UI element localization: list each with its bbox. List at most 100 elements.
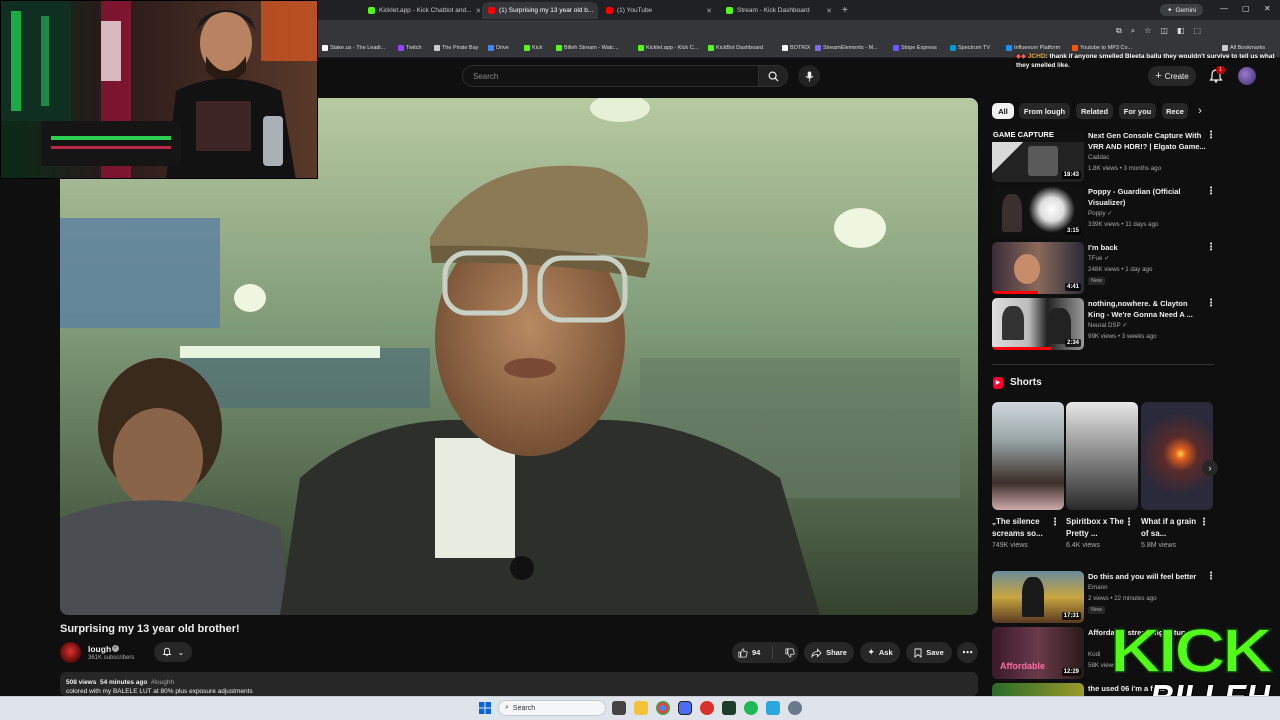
video-title[interactable]: Poppy - Guardian (Official Visualizer) — [1088, 186, 1206, 208]
chevron-right-icon[interactable]: › — [1192, 103, 1208, 119]
app-icon[interactable] — [766, 701, 780, 715]
gemini-button[interactable]: ✦ Gemini — [1160, 4, 1204, 16]
video-title[interactable]: Do this and you will feel better — [1088, 571, 1206, 582]
description-box[interactable]: 508 views 54 minutes ago #loughh colored… — [60, 672, 978, 696]
chip-for-you[interactable]: For you — [1119, 103, 1156, 119]
window-close-icon[interactable]: ✕ — [1264, 4, 1271, 13]
close-icon[interactable]: ✕ — [476, 7, 481, 15]
xbox-icon[interactable] — [722, 701, 736, 715]
bookmark-item[interactable]: The Pirate Bay — [434, 45, 478, 51]
more-vertical-icon[interactable]: ⋮ — [1050, 517, 1060, 528]
discord-icon[interactable] — [678, 701, 692, 715]
toolbar-icons[interactable]: ⧉⌕☆◫◧⬚ — [1116, 26, 1210, 36]
more-vertical-icon[interactable]: ⋮ — [1206, 571, 1216, 582]
like-button[interactable]: 94 — [738, 647, 760, 658]
ask-button[interactable]: ✦ Ask — [860, 642, 900, 663]
bookmark-item[interactable]: StreamElements - M... — [815, 45, 878, 51]
more-vertical-icon[interactable]: ⋮ — [1124, 517, 1134, 528]
more-vertical-icon[interactable]: ⋮ — [1206, 130, 1216, 141]
maximize-icon[interactable]: ▢ — [1242, 4, 1250, 13]
voice-search-button[interactable] — [798, 65, 820, 87]
channel-name[interactable]: Poppy ✓ — [1088, 210, 1112, 217]
channel-name[interactable]: TFue ✓ — [1088, 255, 1109, 262]
video-thumbnail[interactable]: 4:41 — [992, 242, 1084, 294]
subscribe-notification-button[interactable]: ⌄ — [154, 642, 192, 662]
chip-recently-uploaded[interactable]: Rece — [1162, 103, 1188, 119]
tab-kicklet[interactable]: Kicklet.app - Kick Chatbot and... ✕ — [362, 2, 480, 19]
taskbar-search[interactable]: ⌕ Search — [498, 700, 606, 716]
recommended-video[interactable]: 17:31 Do this and you will feel better E… — [992, 571, 1216, 625]
video-title[interactable]: Next Gen Console Capture With VRR AND HD… — [1088, 130, 1206, 152]
short-title[interactable]: „The silence screams so... — [992, 516, 1052, 540]
hashtag-link[interactable]: #loughh — [151, 679, 174, 686]
bookmark-item[interactable]: BOTRIX — [782, 45, 810, 51]
more-vertical-icon[interactable]: ⋮ — [1206, 298, 1216, 309]
chip-related[interactable]: Related — [1076, 103, 1113, 119]
bookmark-item[interactable]: Twitch — [398, 45, 422, 51]
bookmark-item[interactable]: Kick — [524, 45, 542, 51]
bookmark-item[interactable]: All Bookmarks — [1222, 45, 1265, 51]
settings-gear-icon[interactable] — [788, 701, 802, 715]
channel-name[interactable]: Emann — [1088, 584, 1108, 591]
task-view-icon[interactable] — [612, 701, 626, 715]
tab-kick-dashboard[interactable]: Stream - Kick Dashboard ✕ — [720, 2, 838, 19]
channel-name[interactable]: lough — [88, 644, 111, 654]
recommended-video[interactable]: 3:15 Poppy - Guardian (Official Visualiz… — [992, 186, 1216, 240]
minimize-icon[interactable]: — — [1220, 4, 1228, 13]
save-button[interactable]: Save — [906, 642, 952, 663]
share-button[interactable]: Share — [804, 642, 854, 663]
bookmark-item[interactable]: Stripe Express — [893, 45, 937, 51]
bookmark-item[interactable]: Billeh Stream - Watc... — [556, 45, 619, 51]
search-input[interactable]: Search — [462, 65, 762, 87]
video-thumbnail[interactable]: 3:15 — [992, 186, 1084, 238]
bookmark-item[interactable]: Drive — [488, 45, 509, 51]
recommended-video[interactable]: 4:41 I'm back TFue ✓ 248K views • 1 day … — [992, 242, 1216, 296]
tab-youtube-home[interactable]: (1) YouTube ✕ — [600, 2, 718, 19]
tab-youtube-video[interactable]: (1) Surprising my 13 year old b... ✕ — [482, 2, 598, 19]
chevron-right-icon[interactable]: › — [1202, 460, 1218, 476]
bookmark-item[interactable]: Influencer Platform — [1006, 45, 1060, 51]
close-icon[interactable]: ✕ — [597, 7, 598, 15]
file-explorer-icon[interactable] — [634, 701, 648, 715]
video-thumbnail[interactable]: Affordable 12:29 — [992, 627, 1084, 679]
search-button[interactable] — [758, 65, 788, 87]
close-icon[interactable]: ✕ — [826, 7, 832, 15]
channel-name[interactable]: Neural DSP ✓ — [1088, 322, 1127, 329]
more-vertical-icon[interactable]: ⋮ — [1206, 186, 1216, 197]
video-title[interactable]: nothing,nowhere. & Clayton King - We're … — [1088, 298, 1206, 320]
short-thumbnail[interactable] — [992, 402, 1064, 510]
more-actions-button[interactable]: ⋯ — [957, 642, 978, 663]
video-title[interactable]: I'm back — [1088, 242, 1206, 253]
bookmark-item[interactable]: Spectrum TV — [950, 45, 990, 51]
short-thumbnail[interactable] — [1066, 402, 1138, 510]
bookmark-item[interactable]: Youtube to MP3 Co... — [1072, 45, 1132, 51]
video-thumbnail[interactable]: 2:34 — [992, 298, 1084, 350]
more-vertical-icon[interactable]: ⋮ — [1199, 517, 1209, 528]
bookmark-item[interactable]: Kicklet.app - Kick C... — [638, 45, 698, 51]
short-title[interactable]: What if a grain of sa... — [1141, 516, 1201, 540]
obs-icon[interactable] — [700, 701, 714, 715]
channel-avatar[interactable] — [60, 642, 81, 663]
channel-name[interactable]: Caddac — [1088, 154, 1109, 161]
video-thumbnail[interactable]: 17:31 — [992, 571, 1084, 623]
more-vertical-icon[interactable]: ⋮ — [1206, 242, 1216, 253]
chip-from-channel[interactable]: From lough — [1019, 103, 1070, 119]
video-thumbnail[interactable] — [992, 683, 1084, 696]
short-title[interactable]: Spiritbox x The Pretty ... — [1066, 516, 1126, 540]
recommended-video[interactable]: GAME CAPTURE 18:43 Next Gen Console Capt… — [992, 130, 1216, 184]
windows-start-icon[interactable] — [478, 701, 492, 715]
new-tab-button[interactable]: + — [840, 2, 854, 19]
chrome-icon[interactable] — [656, 701, 670, 715]
bookmark-favicon-icon — [893, 45, 899, 51]
video-thumbnail[interactable]: GAME CAPTURE 18:43 — [992, 130, 1084, 182]
spotify-icon[interactable] — [744, 701, 758, 715]
close-icon[interactable]: ✕ — [706, 7, 712, 15]
short-thumbnail[interactable] — [1141, 402, 1213, 510]
bookmark-item[interactable]: Stake.us - The Leadi... — [322, 45, 385, 51]
recommended-video[interactable]: 2:34 nothing,nowhere. & Clayton King - W… — [992, 298, 1216, 352]
chip-all[interactable]: All — [992, 103, 1014, 119]
thumbs-down-icon[interactable] — [785, 647, 796, 658]
bookmark-item[interactable]: KickBot Dashboard — [708, 45, 763, 51]
channel-name[interactable]: Kodi — [1088, 651, 1100, 658]
thumbs-up-icon — [738, 647, 748, 658]
